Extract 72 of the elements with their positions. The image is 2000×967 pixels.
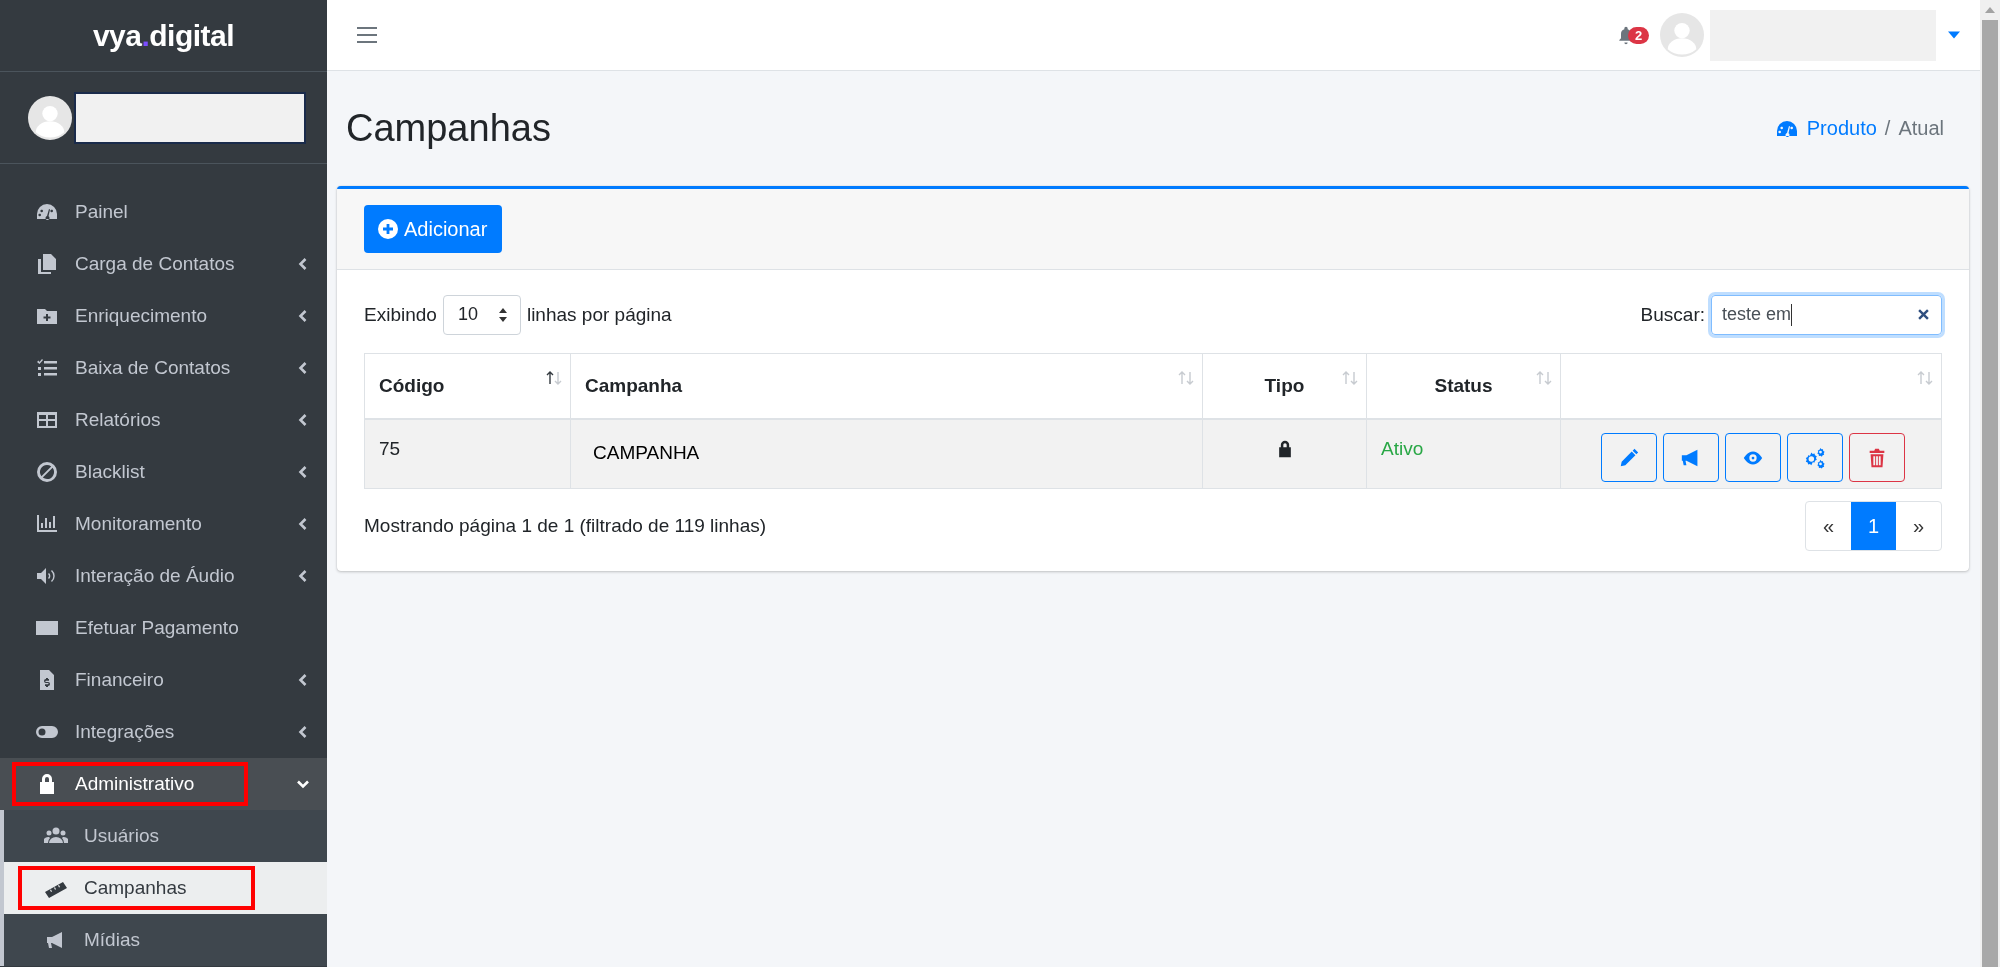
sidebar-subitem[interactable]: Mídias — [0, 914, 327, 966]
sidebar-item[interactable]: Integrações — [0, 706, 327, 758]
scroll-up-icon[interactable] — [1985, 7, 1995, 13]
brand-logo[interactable]: vya.digital — [92, 18, 235, 53]
page-link[interactable]: » — [1896, 502, 1941, 550]
sidebar-subitem[interactable]: Usuários — [0, 810, 327, 862]
length-label: Exibindo — [364, 303, 437, 326]
sidebar-item-label: Financeiro — [75, 669, 164, 691]
sidebar-item[interactable]: Monitoramento — [0, 498, 327, 550]
sidebar-item-label: Carga de Contatos — [75, 253, 235, 275]
sidebar-item-label: Integrações — [75, 721, 175, 743]
search-field[interactable]: teste em — [1711, 294, 1942, 335]
sidebar-subitem[interactable]: Campanhas — [0, 862, 327, 914]
gears-button[interactable] — [1787, 433, 1843, 482]
sidebar-item-label: Usuários — [84, 825, 159, 847]
sidebar-item[interactable]: Interação de Áudio — [0, 550, 327, 602]
ban-icon — [35, 460, 59, 484]
sidebar-item-label: Relatórios — [75, 409, 161, 431]
pencil-button[interactable] — [1601, 433, 1657, 482]
eye-button[interactable] — [1725, 433, 1781, 482]
plus-circle-icon — [378, 219, 398, 239]
sidebar-item-label: Campanhas — [84, 877, 187, 899]
sidebar-item-label: Enriquecimento — [75, 305, 208, 327]
sort-icon — [1178, 371, 1194, 385]
sidebar-item[interactable]: Efetuar Pagamento — [0, 602, 327, 654]
sidebar-item-label: Efetuar Pagamento — [75, 617, 239, 639]
avatar-icon — [28, 95, 72, 140]
table-cell: 75 — [364, 419, 571, 489]
sort-icon — [1536, 371, 1552, 385]
sidebar-item[interactable]: Administrativo — [0, 758, 327, 810]
sidebar-item-label: Painel — [75, 201, 128, 223]
sort-icon — [1917, 371, 1933, 385]
sort-icon — [1342, 371, 1358, 385]
status-text: Ativo — [1381, 438, 1424, 459]
trash-button[interactable] — [1849, 433, 1905, 482]
sidebar-item-label: Blacklist — [75, 461, 145, 483]
documents-icon — [35, 252, 59, 276]
sort-ascending-icon — [546, 371, 562, 385]
sidebar-item-label: Mídias — [84, 929, 140, 951]
sidebar-item[interactable]: Enriquecimento — [0, 290, 327, 342]
sidebar-item-label: Monitoramento — [75, 513, 202, 535]
sidebar-item[interactable]: Blacklist — [0, 446, 327, 498]
pencil-icon — [1618, 446, 1640, 469]
table-info: Mostrando página 1 de 1 (filtrado de 119 linhas) — [364, 515, 767, 537]
table-cell: CAMPANHA — [570, 419, 1203, 489]
gears-icon — [1804, 446, 1826, 469]
sidebar-item-label: Administrativo — [75, 773, 195, 795]
scrollbar-thumb[interactable] — [1982, 20, 1998, 967]
page-title: Campanhas — [346, 107, 551, 150]
sort-caret-icon — [497, 307, 508, 322]
sidebar-item[interactable]: Baixa de Contatos — [0, 342, 327, 394]
breadcrumb-current: Atual — [1898, 117, 1944, 140]
sidebar-item-label: Baixa de Contatos — [75, 357, 231, 379]
clear-icon[interactable] — [1918, 309, 1929, 320]
search-label: Buscar: — [1640, 303, 1705, 326]
menu-icon[interactable] — [357, 27, 377, 43]
sidebar-item[interactable]: Financeiro — [0, 654, 327, 706]
sidebar-item-label: Interação de Áudio — [75, 565, 235, 587]
notification-badge: 2 — [1628, 27, 1650, 44]
add-button[interactable]: Adicionar — [364, 205, 503, 253]
page-link[interactable]: 1 — [1851, 502, 1896, 550]
page-link[interactable]: « — [1806, 502, 1851, 550]
sidebar-item[interactable]: Painel — [0, 186, 327, 238]
sidebar-item[interactable]: Relatórios — [0, 394, 327, 446]
breadcrumb-link[interactable]: Produto — [1806, 117, 1877, 140]
caret-icon[interactable] — [1948, 31, 1960, 39]
megaphone-button[interactable] — [1663, 433, 1719, 482]
sidebar-item[interactable]: Carga de Contatos — [0, 238, 327, 290]
scrollbar[interactable] — [1980, 0, 2000, 967]
length-label: linhas por página — [526, 303, 672, 326]
rows-per-page-select[interactable]: 10 — [442, 294, 521, 335]
breadcrumb-separator: / — [1884, 117, 1891, 140]
